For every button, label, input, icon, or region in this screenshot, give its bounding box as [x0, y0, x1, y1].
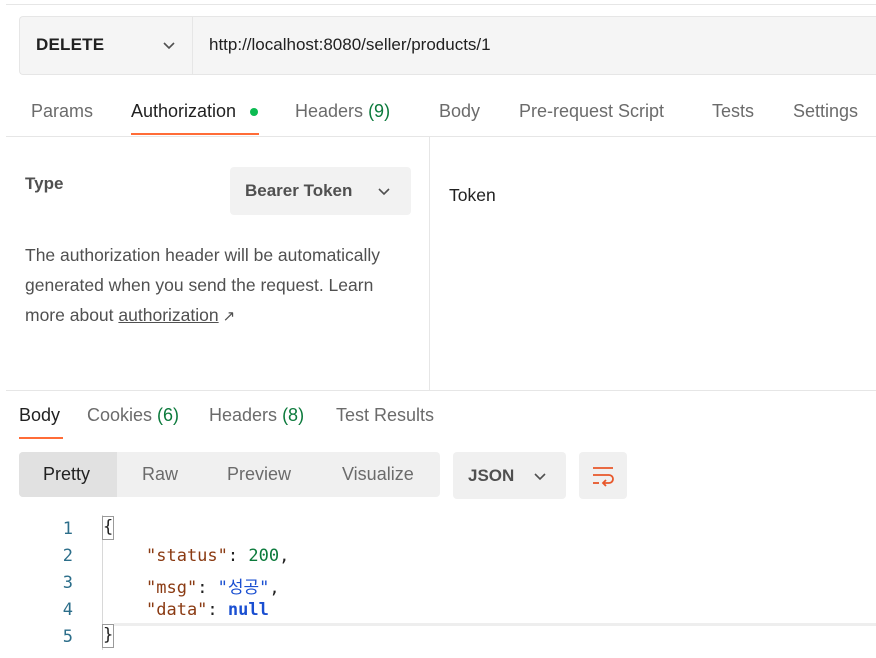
- tab-settings[interactable]: Settings: [793, 101, 858, 122]
- authorization-link[interactable]: authorization: [118, 305, 218, 325]
- view-preview[interactable]: Preview: [227, 464, 291, 485]
- token-label: Token: [449, 185, 496, 205]
- line-number: 4: [62, 600, 73, 620]
- json-sep: :: [207, 600, 228, 620]
- request-response-divider: [6, 390, 876, 391]
- auth-type-label: Type: [25, 174, 64, 193]
- json-value: 200: [248, 546, 280, 566]
- json-key: "status": [146, 546, 228, 566]
- json-value: null: [227, 600, 269, 620]
- tab-pre-request-script[interactable]: Pre-request Script: [519, 101, 664, 122]
- json-trail: ,: [269, 578, 280, 598]
- url-input[interactable]: http://localhost:8080/seller/products/1: [209, 35, 491, 55]
- view-raw[interactable]: Raw: [142, 464, 178, 485]
- json-sep: :: [227, 546, 249, 566]
- json-sep: :: [197, 578, 218, 598]
- format-value[interactable]: JSON: [468, 466, 514, 486]
- response-tab-headers[interactable]: Headers (8): [209, 405, 304, 426]
- open-brace[interactable]: {: [102, 516, 114, 540]
- tabs-divider: [6, 136, 876, 137]
- request-bar-divider: [192, 17, 193, 74]
- json-trail: ,: [279, 546, 290, 566]
- tab-body[interactable]: Body: [439, 101, 480, 122]
- response-tab-body[interactable]: Body: [19, 405, 60, 426]
- auth-pane-divider: [429, 137, 430, 390]
- tab-headers[interactable]: Headers (9): [295, 101, 390, 122]
- external-link-icon[interactable]: ↗: [223, 308, 236, 325]
- tab-headers-label: Headers: [295, 101, 364, 121]
- line-number: 3: [62, 573, 73, 593]
- json-key: "msg": [146, 578, 198, 598]
- chevron-down-icon[interactable]: [375, 182, 393, 200]
- view-visualize[interactable]: Visualize: [342, 464, 414, 485]
- auth-type-value[interactable]: Bearer Token: [245, 181, 352, 201]
- line-number: 5: [62, 627, 73, 647]
- chevron-down-icon[interactable]: [160, 36, 178, 54]
- top-border: [6, 4, 876, 5]
- response-tab-headers-label: Headers: [209, 405, 278, 425]
- tab-headers-count: (9): [368, 101, 391, 121]
- tab-tests[interactable]: Tests: [712, 101, 754, 122]
- code-line[interactable]: "status": 200,: [146, 546, 289, 566]
- response-tab-cookies-label: Cookies: [87, 405, 153, 425]
- code-line[interactable]: "data": null: [146, 600, 269, 620]
- method-select[interactable]: DELETE: [36, 35, 104, 55]
- json-value: "성공": [217, 578, 270, 598]
- tab-params[interactable]: Params: [31, 101, 93, 122]
- response-active-tab-indicator: [19, 437, 63, 439]
- authorization-status-dot: [250, 108, 258, 116]
- response-tab-cookies-count: (6): [157, 405, 180, 425]
- tab-authorization[interactable]: Authorization: [131, 101, 236, 122]
- code-line[interactable]: "msg": "성공",: [146, 573, 280, 598]
- open-brace-text: {: [103, 517, 114, 537]
- response-tab-headers-count: (8): [282, 405, 305, 425]
- close-brace[interactable]: }: [102, 624, 114, 648]
- response-tab-test-results[interactable]: Test Results: [336, 405, 434, 426]
- chevron-down-icon[interactable]: [531, 467, 549, 485]
- active-tab-indicator: [131, 133, 259, 135]
- wrap-lines-icon[interactable]: [590, 463, 616, 489]
- line-number: 1: [62, 519, 73, 539]
- auth-description: The authorization header will be automat…: [25, 240, 417, 332]
- json-key: "data": [146, 600, 208, 620]
- current-line-highlight: [114, 623, 876, 626]
- close-brace-text: }: [103, 625, 114, 645]
- response-tab-cookies[interactable]: Cookies (6): [87, 405, 179, 426]
- view-pretty[interactable]: Pretty: [43, 464, 90, 485]
- line-number: 2: [62, 546, 73, 566]
